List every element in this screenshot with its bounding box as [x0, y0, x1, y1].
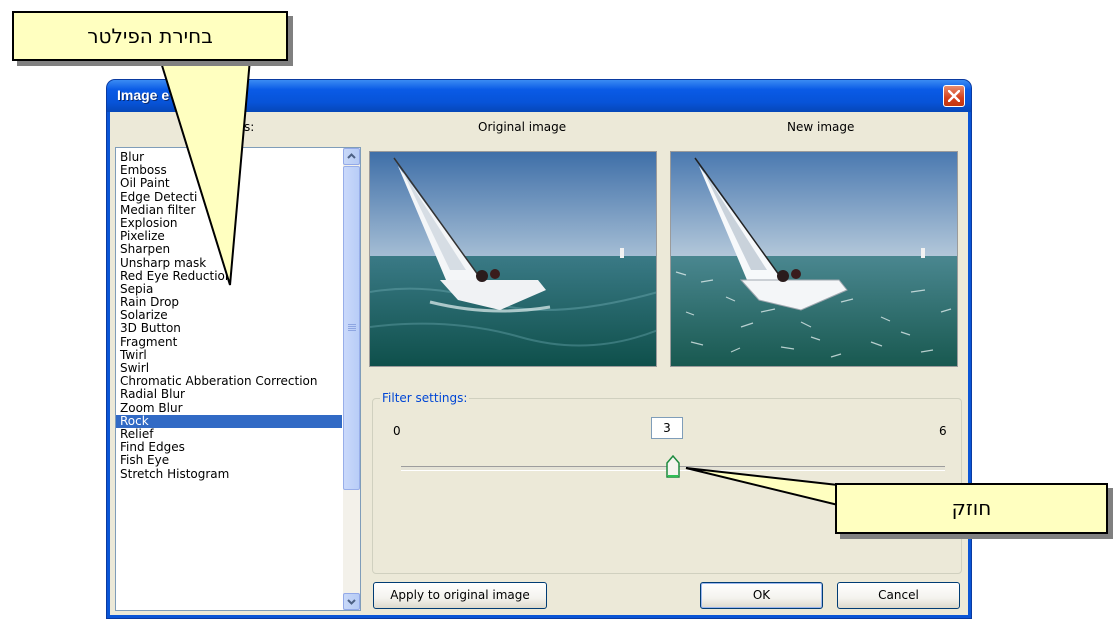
filter-selection-callout: בחירת הפילטר — [12, 11, 288, 61]
strength-callout: חוזק — [835, 483, 1108, 534]
